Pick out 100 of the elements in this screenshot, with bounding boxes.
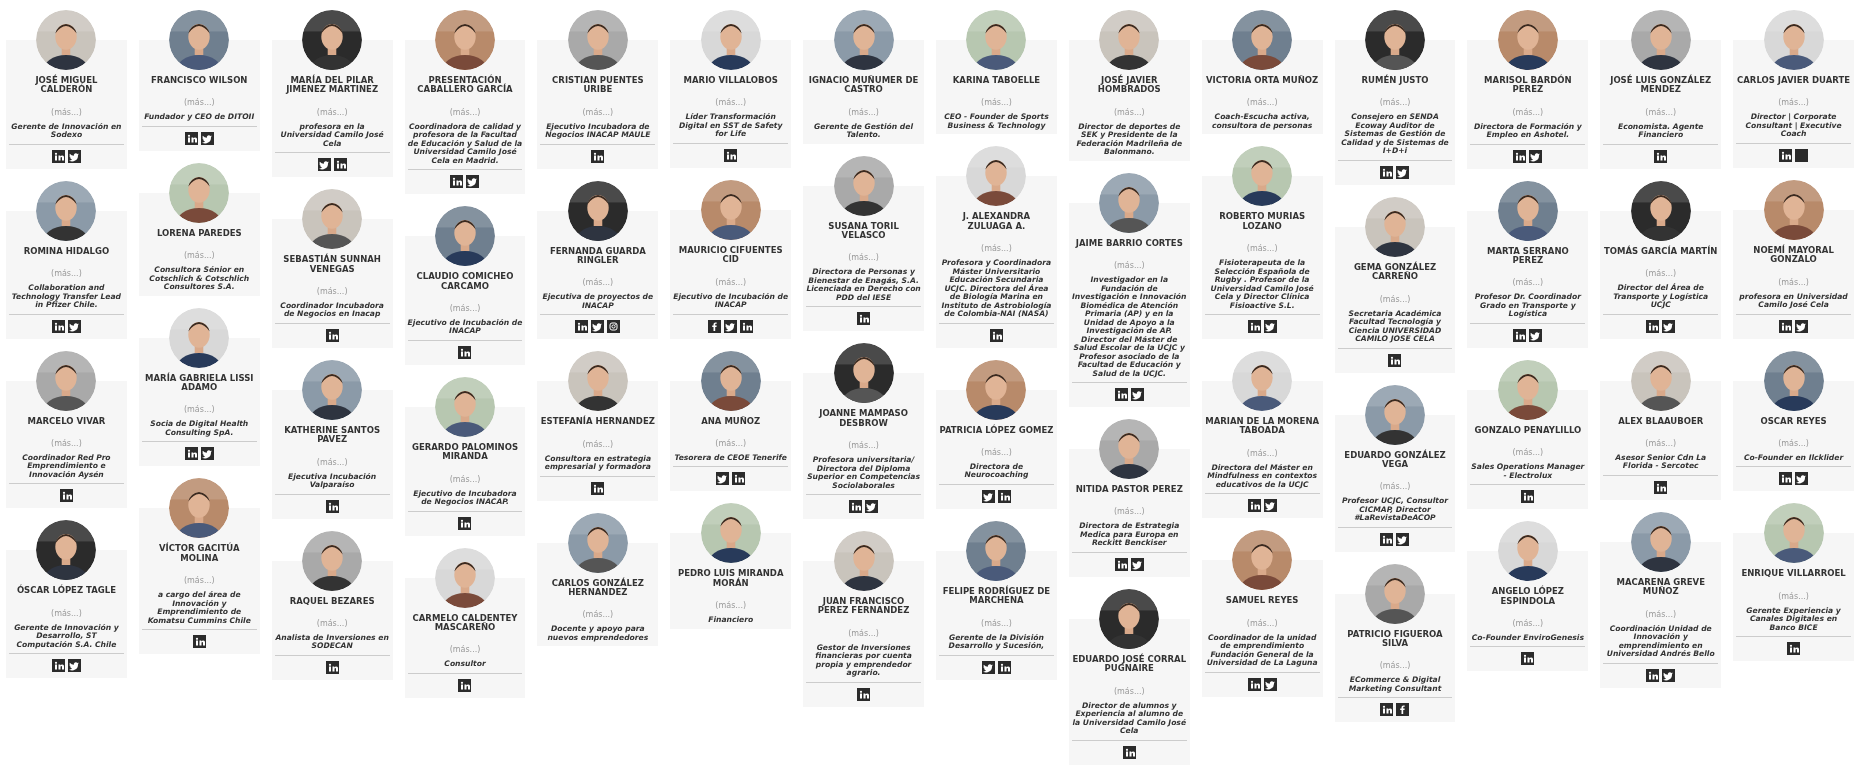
- more-link[interactable]: (más...): [1113, 106, 1145, 119]
- more-link[interactable]: (más...): [1778, 437, 1809, 450]
- linkedin-icon[interactable]: [1114, 557, 1128, 571]
- more-link[interactable]: (más...): [981, 617, 1012, 630]
- linkedin-icon[interactable]: [59, 489, 73, 503]
- twitter-icon[interactable]: [67, 149, 81, 163]
- more-link[interactable]: (más...): [449, 473, 481, 486]
- more-link[interactable]: (más...): [1645, 437, 1677, 450]
- twitter-icon[interactable]: [317, 158, 331, 172]
- more-link[interactable]: (más...): [715, 600, 747, 613]
- more-link[interactable]: (más...): [51, 268, 82, 281]
- twitter-icon[interactable]: [716, 472, 730, 486]
- more-link[interactable]: (más...): [183, 575, 215, 588]
- linkedin-icon[interactable]: [591, 149, 605, 163]
- more-link[interactable]: (más...): [51, 607, 82, 620]
- more-link[interactable]: (más...): [848, 627, 879, 640]
- more-link[interactable]: (más...): [1246, 243, 1278, 256]
- twitter-icon[interactable]: [1662, 668, 1676, 682]
- twitter-icon[interactable]: [591, 320, 605, 334]
- more-link[interactable]: (más...): [715, 97, 747, 110]
- linkedin-icon[interactable]: [857, 312, 871, 326]
- linkedin-icon[interactable]: [1380, 165, 1394, 179]
- linkedin-icon[interactable]: [1380, 703, 1394, 717]
- more-link[interactable]: (más...): [848, 440, 879, 453]
- linkedin-icon[interactable]: [1122, 745, 1136, 759]
- linkedin-icon[interactable]: [1247, 499, 1261, 513]
- twitter-icon[interactable]: [67, 319, 81, 333]
- linkedin-icon[interactable]: [724, 148, 738, 162]
- linkedin-icon[interactable]: [458, 678, 472, 692]
- linkedin-icon[interactable]: [458, 516, 472, 530]
- linkedin-icon[interactable]: [325, 660, 339, 674]
- more-link[interactable]: (más...): [183, 404, 215, 417]
- more-link[interactable]: (más...): [1512, 106, 1544, 119]
- more-link[interactable]: (más...): [1512, 447, 1544, 460]
- more-link[interactable]: (más...): [1645, 268, 1677, 281]
- instagram-icon[interactable]: [607, 320, 621, 334]
- more-link[interactable]: (más...): [582, 106, 614, 119]
- twitter-icon[interactable]: [981, 660, 995, 674]
- more-link[interactable]: (más...): [1246, 447, 1278, 460]
- twitter-icon[interactable]: [1396, 532, 1410, 546]
- more-link[interactable]: (más...): [1379, 660, 1411, 673]
- more-link[interactable]: (más...): [316, 456, 348, 469]
- linkedin-icon[interactable]: [1787, 642, 1801, 656]
- twitter-icon[interactable]: [1130, 557, 1144, 571]
- linkedin-icon[interactable]: [1779, 148, 1793, 162]
- twitter-icon[interactable]: [1263, 677, 1277, 691]
- more-link[interactable]: (más...): [1379, 481, 1411, 494]
- more-link[interactable]: (más...): [449, 644, 481, 657]
- twitter-icon[interactable]: [724, 319, 738, 333]
- more-link[interactable]: (más...): [1246, 97, 1278, 110]
- twitter-icon[interactable]: [200, 447, 214, 461]
- twitter-icon[interactable]: [466, 175, 480, 189]
- more-link[interactable]: (más...): [316, 617, 348, 630]
- linkedin-icon[interactable]: [1779, 319, 1793, 333]
- linkedin-icon[interactable]: [184, 447, 198, 461]
- linkedin-icon[interactable]: [849, 500, 863, 514]
- more-link[interactable]: (más...): [1379, 97, 1411, 110]
- twitter-icon[interactable]: [1795, 472, 1809, 486]
- more-link[interactable]: (más...): [183, 97, 215, 110]
- more-link[interactable]: (más...): [51, 106, 82, 119]
- linkedin-icon[interactable]: [458, 345, 472, 359]
- more-link[interactable]: (más...): [1246, 617, 1278, 630]
- twitter-icon[interactable]: [67, 659, 81, 673]
- linkedin-icon[interactable]: [989, 328, 1003, 342]
- linkedin-icon[interactable]: [51, 319, 65, 333]
- twitter-icon[interactable]: [1795, 319, 1809, 333]
- linkedin-icon[interactable]: [333, 158, 347, 172]
- linkedin-icon[interactable]: [1779, 472, 1793, 486]
- more-link[interactable]: (más...): [981, 446, 1012, 459]
- linkedin-icon[interactable]: [1646, 319, 1660, 333]
- more-link[interactable]: (más...): [1778, 590, 1809, 603]
- more-link[interactable]: (más...): [848, 106, 879, 119]
- more-link[interactable]: (más...): [1778, 276, 1809, 289]
- linkedin-icon[interactable]: [1521, 490, 1535, 504]
- twitter-icon[interactable]: [1662, 319, 1676, 333]
- twitter-icon[interactable]: [865, 500, 879, 514]
- linkedin-icon[interactable]: [740, 319, 754, 333]
- linkedin-icon[interactable]: [1513, 149, 1527, 163]
- more-link[interactable]: (más...): [183, 250, 215, 263]
- linkedin-icon[interactable]: [997, 489, 1011, 503]
- twitter-icon[interactable]: [981, 489, 995, 503]
- more-link[interactable]: (más...): [1645, 608, 1677, 621]
- linkedin-icon[interactable]: [1247, 677, 1261, 691]
- linkedin-icon[interactable]: [325, 328, 339, 342]
- linkedin-icon[interactable]: [732, 472, 746, 486]
- linkedin-icon[interactable]: [591, 481, 605, 495]
- linkedin-icon[interactable]: [575, 320, 589, 334]
- linkedin-icon[interactable]: [192, 635, 206, 649]
- linkedin-icon[interactable]: [325, 499, 339, 513]
- linkedin-icon[interactable]: [1646, 668, 1660, 682]
- linkedin-icon[interactable]: [1380, 532, 1394, 546]
- more-link[interactable]: (más...): [316, 106, 348, 119]
- more-link[interactable]: (más...): [715, 437, 747, 450]
- more-link[interactable]: (más...): [582, 438, 614, 451]
- more-link[interactable]: (más...): [316, 285, 348, 298]
- linkedin-icon[interactable]: [857, 687, 871, 701]
- facebook-icon[interactable]: [1396, 703, 1410, 717]
- more-link[interactable]: (más...): [1113, 260, 1145, 273]
- linkedin-icon[interactable]: [1521, 652, 1535, 666]
- linkedin-icon[interactable]: [184, 131, 198, 145]
